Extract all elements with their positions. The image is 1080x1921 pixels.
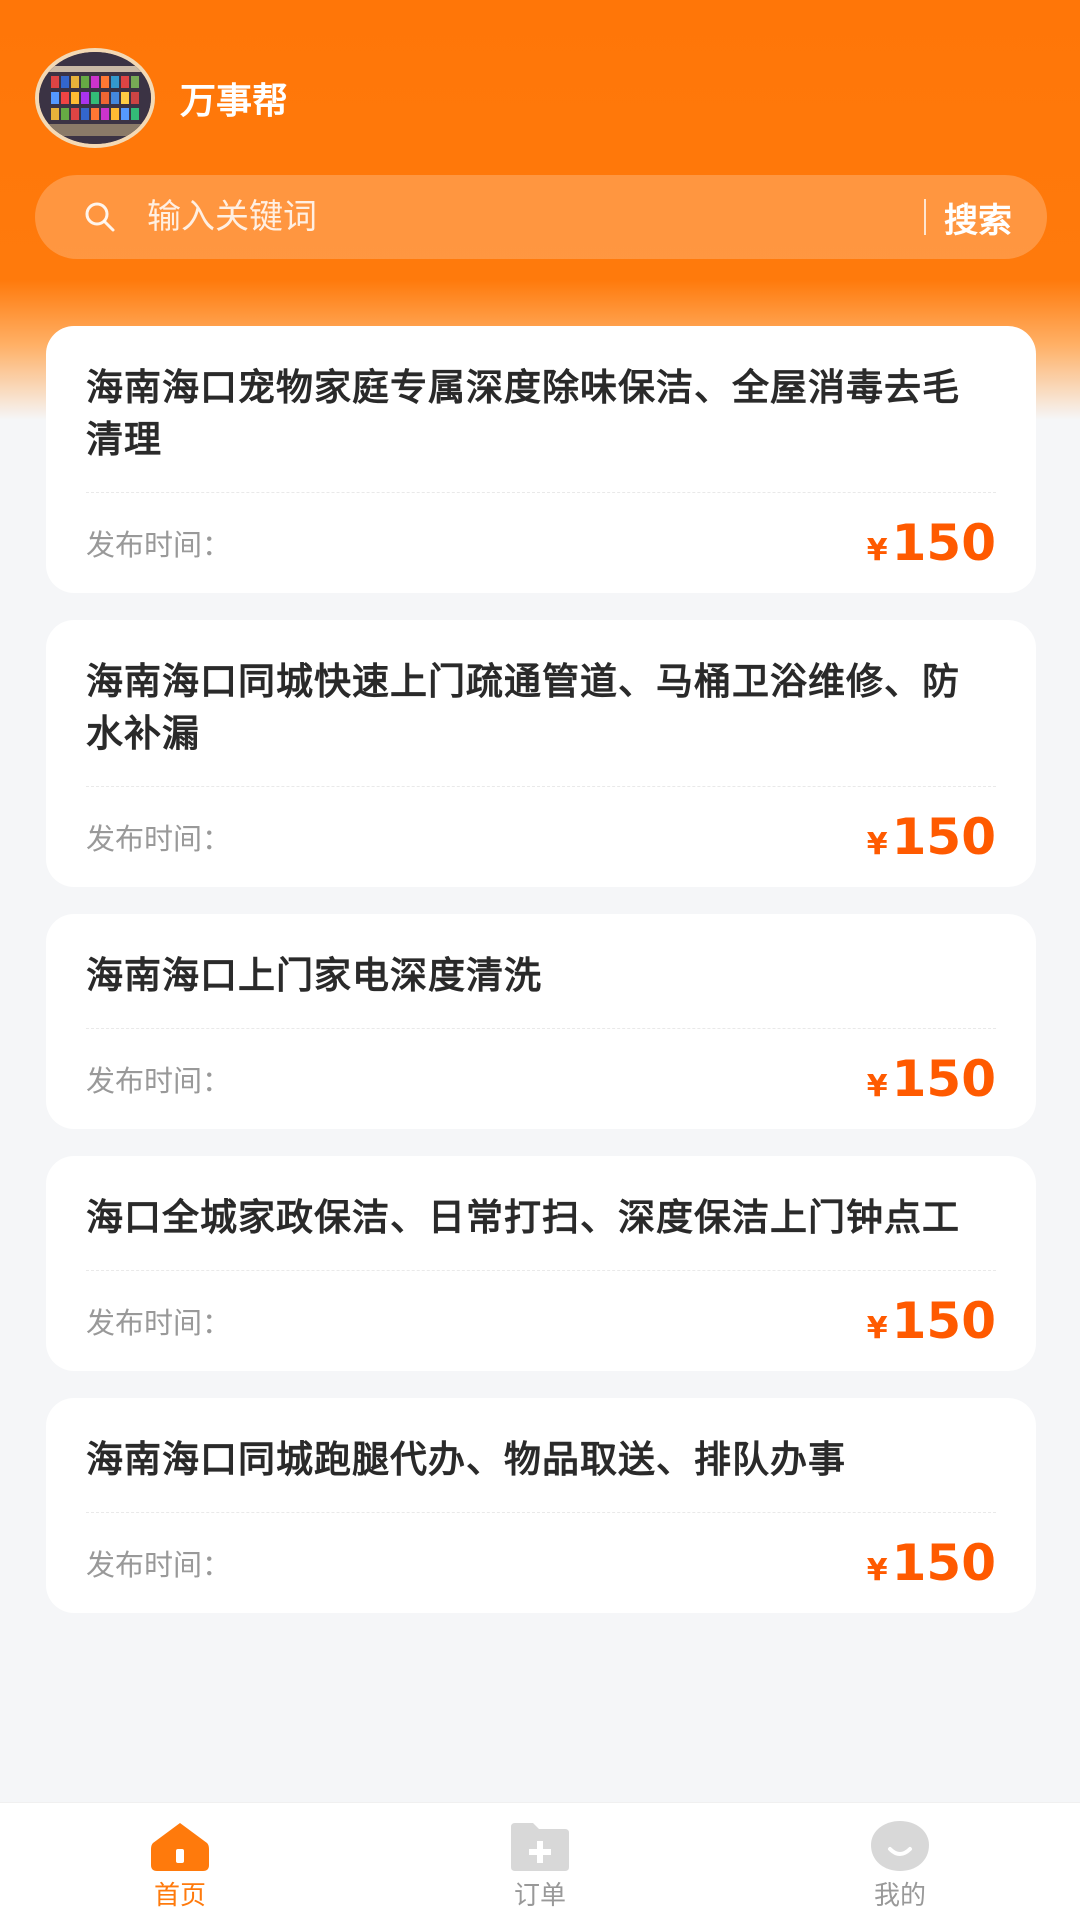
currency-symbol: ¥ — [866, 1553, 888, 1588]
listing-card[interactable]: 海南海口同城快速上门疏通管道、马桶卫浴维修、防水补漏 发布时间： ¥ 150 — [46, 620, 1036, 887]
publish-time-label: 发布时间： — [86, 822, 232, 856]
price-value: 150 — [891, 1292, 996, 1350]
search-bar[interactable]: 搜索 — [35, 175, 1047, 259]
publish-time-label: 发布时间： — [86, 1064, 232, 1098]
price-value: 150 — [891, 808, 996, 866]
listing-title: 海南海口同城快速上门疏通管道、马桶卫浴维修、防水补漏 — [86, 660, 960, 755]
publish-time-label: 发布时间： — [86, 1548, 232, 1582]
tab-label: 订单 — [513, 1881, 566, 1911]
brand-header: 万事帮 — [35, 48, 288, 148]
currency-symbol: ¥ — [866, 533, 888, 568]
listing-footer: 发布时间： ¥ 150 — [86, 1029, 996, 1129]
listing-footer: 发布时间： ¥ 150 — [86, 787, 996, 887]
avatar[interactable] — [35, 48, 155, 148]
listing-title: 海口全城家政保洁、日常打扫、深度保洁上门钟点工 — [86, 1196, 960, 1239]
listing-footer: 发布时间： ¥ 150 — [86, 1271, 996, 1371]
listing-title: 海南海口上门家电深度清洗 — [86, 954, 542, 997]
listing-price: ¥ 150 — [867, 514, 996, 572]
tab-home[interactable]: 首页 — [0, 1803, 360, 1921]
currency-symbol: ¥ — [866, 827, 888, 862]
listing-price: ¥ 150 — [867, 1292, 996, 1350]
folder-add-icon — [511, 1823, 569, 1871]
bottom-tab-bar: 首页 订单 我的 — [0, 1802, 1080, 1921]
listing-card[interactable]: 海南海口上门家电深度清洗 发布时间： ¥ 150 — [46, 914, 1036, 1129]
listing-list: 海南海口宠物家庭专属深度除味保洁、全屋消毒去毛清理 发布时间： ¥ 150 海南… — [46, 326, 1036, 1640]
listing-card[interactable]: 海南海口同城跑腿代办、物品取送、排队办事 发布时间： ¥ 150 — [46, 1398, 1036, 1613]
currency-symbol: ¥ — [866, 1311, 888, 1346]
price-value: 150 — [891, 514, 996, 572]
currency-symbol: ¥ — [866, 1069, 888, 1104]
listing-title: 海南海口同城跑腿代办、物品取送、排队办事 — [86, 1438, 846, 1481]
profile-icon — [871, 1821, 929, 1871]
listing-price: ¥ 150 — [867, 1050, 996, 1108]
listing-footer: 发布时间： ¥ 150 — [86, 1513, 996, 1613]
search-button[interactable]: 搜索 — [944, 193, 1012, 242]
listing-card[interactable]: 海口全城家政保洁、日常打扫、深度保洁上门钟点工 发布时间： ¥ 150 — [46, 1156, 1036, 1371]
tab-label: 首页 — [153, 1881, 206, 1911]
search-input[interactable] — [145, 186, 924, 248]
publish-time-label: 发布时间： — [86, 1306, 232, 1340]
tab-orders[interactable]: 订单 — [360, 1803, 720, 1921]
tab-label: 我的 — [873, 1881, 926, 1911]
price-value: 150 — [891, 1534, 996, 1592]
app-name: 万事帮 — [180, 81, 289, 122]
search-icon — [75, 192, 125, 242]
search-divider — [924, 199, 926, 235]
listing-card[interactable]: 海南海口宠物家庭专属深度除味保洁、全屋消毒去毛清理 发布时间： ¥ 150 — [46, 326, 1036, 593]
listing-footer: 发布时间： ¥ 150 — [86, 493, 996, 593]
listing-title: 海南海口宠物家庭专属深度除味保洁、全屋消毒去毛清理 — [86, 366, 960, 461]
tab-profile[interactable]: 我的 — [720, 1803, 1080, 1921]
listing-price: ¥ 150 — [867, 1534, 996, 1592]
home-icon — [151, 1823, 209, 1871]
listing-price: ¥ 150 — [867, 808, 996, 866]
price-value: 150 — [891, 1050, 996, 1108]
storefront-avatar-icon — [39, 52, 151, 144]
publish-time-label: 发布时间： — [86, 528, 232, 562]
